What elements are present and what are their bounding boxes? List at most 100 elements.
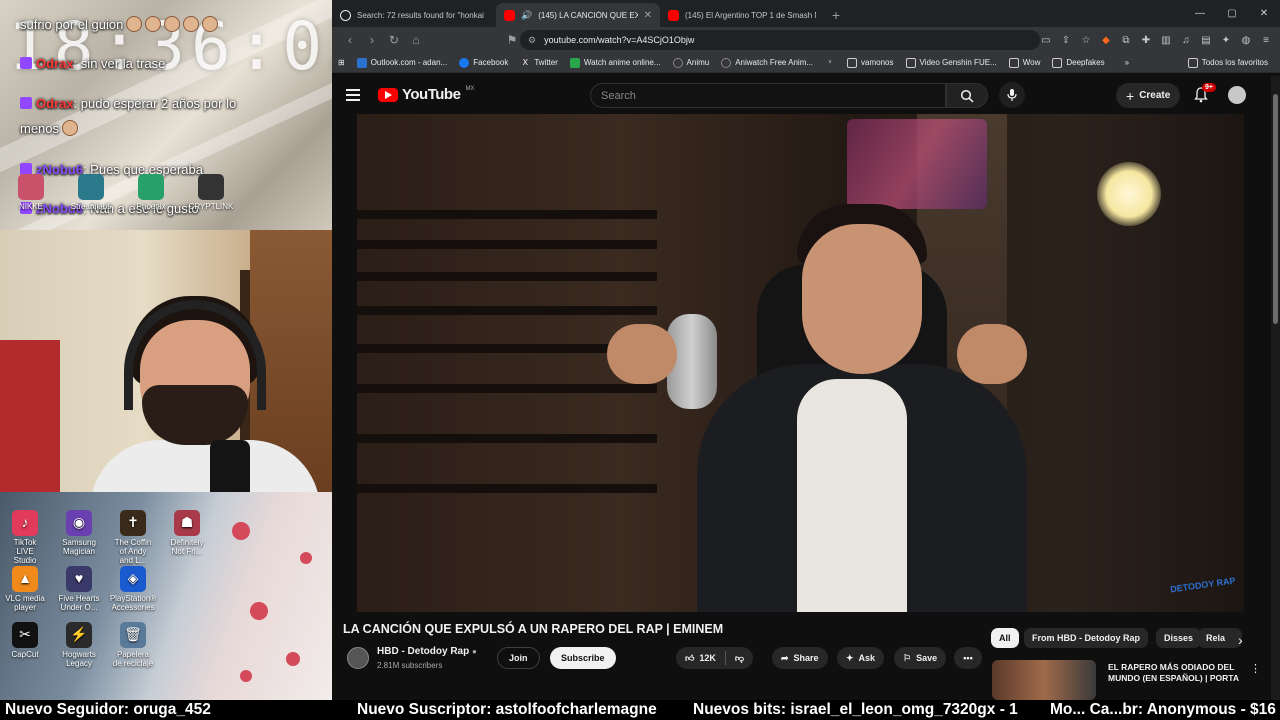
sparkle-icon: ✦ xyxy=(846,652,854,663)
share-icon[interactable]: ⇪ xyxy=(1058,30,1074,50)
brave-shield-icon[interactable]: ◆ xyxy=(1098,30,1114,50)
five-hearts-shortcut[interactable]: ♥ Five Hearts Under O... xyxy=(58,566,100,613)
forward-icon[interactable]: › xyxy=(362,30,382,50)
window-controls: — ▢ ✕ xyxy=(1184,0,1280,26)
chip-all[interactable]: All xyxy=(991,628,1019,648)
site-info-icon[interactable]: ⚙ xyxy=(528,35,536,46)
bookmark-watch-anime[interactable]: Watch anime online... xyxy=(564,57,667,68)
capcut-shortcut[interactable]: ✂ CapCut xyxy=(4,622,46,669)
extension-icon[interactable]: ⧉ xyxy=(1118,30,1134,50)
share-button[interactable]: ➦ Share xyxy=(772,647,828,669)
playstation-icon: ◈ xyxy=(120,566,146,592)
minimize-icon[interactable]: — xyxy=(1184,0,1216,26)
apps-icon[interactable]: ⊞ xyxy=(332,58,351,67)
create-button[interactable]: + Create xyxy=(1116,83,1181,108)
hogwarts-legacy-shortcut[interactable]: ⚡ Hogwarts Legacy xyxy=(58,622,100,669)
coffin-of-andy-shortcut[interactable]: ✝ The Coffin of Andy and L... xyxy=(112,510,154,565)
leo-icon[interactable]: ✦ xyxy=(1218,30,1234,50)
youtube-logo[interactable]: YouTube MX xyxy=(378,86,474,103)
star-icon[interactable]: ☆ xyxy=(1078,30,1094,50)
maximize-icon[interactable]: ▢ xyxy=(1216,0,1248,26)
bookmark-icon[interactable]: ⚑ xyxy=(502,30,522,50)
search-button[interactable] xyxy=(946,83,988,108)
recycle-bin-shortcut[interactable]: 🗑 Papelera de reciclaje xyxy=(112,622,154,669)
sidebar-icon[interactable]: ▥ xyxy=(1158,30,1174,50)
playstation-accessories-shortcut[interactable]: ◈ PlayStation® Accessories xyxy=(110,566,156,613)
chip-related[interactable]: Rela xyxy=(1198,628,1242,648)
channel-avatar[interactable] xyxy=(347,647,369,669)
search-input[interactable]: Search xyxy=(590,83,946,108)
chevron-right-icon[interactable]: › xyxy=(1238,632,1243,648)
more-bookmarks-icon[interactable]: » xyxy=(1119,58,1135,67)
url-text: youtube.com/watch?v=A4SCjO1Objw xyxy=(544,35,695,45)
recommendation-menu-icon[interactable]: ⋮ xyxy=(1250,662,1261,675)
thumbs-down-icon[interactable]: 👎︎ xyxy=(735,653,744,664)
share-arrow-icon: ➦ xyxy=(781,652,789,663)
reload-icon[interactable]: ↻ xyxy=(384,30,404,50)
menu-icon[interactable]: ≡ xyxy=(1258,30,1274,50)
tab-youtube[interactable]: (145) El Argentino TOP 1 de Smash M xyxy=(660,3,824,27)
subscribe-button[interactable]: Subscribe xyxy=(550,647,616,669)
bookmark-animu[interactable]: Animu xyxy=(667,57,716,68)
puzzle-icon[interactable]: ✚ xyxy=(1138,30,1154,50)
join-button[interactable]: Join xyxy=(497,647,540,669)
folder-icon xyxy=(1052,57,1063,68)
chip-disses[interactable]: Disses xyxy=(1156,628,1202,648)
save-button[interactable]: ⚐ Save xyxy=(894,647,947,669)
samsung-magician-icon: ◉ xyxy=(66,510,92,536)
bookmark-folder-genshin[interactable]: Video Genshin FUE... xyxy=(900,57,1003,68)
bookmark-folder-deepfakes[interactable]: Deepfakes xyxy=(1046,57,1110,68)
tab-search[interactable]: Search: 72 results found for "honkai xyxy=(332,3,496,27)
streamer xyxy=(90,290,320,492)
ask-button[interactable]: ✦ Ask xyxy=(837,647,885,669)
bookmark-folder-vamonos[interactable]: vamonos xyxy=(841,57,899,68)
all-bookmarks-folder[interactable]: Todos los favoritos xyxy=(1182,57,1274,68)
definitely-not-fried-shortcut[interactable]: ☗ Definitely Not Fri... xyxy=(166,510,208,565)
chip-from-channel[interactable]: From HBD - Detodoy Rap xyxy=(1024,628,1148,648)
video-player[interactable]: DETODOY RAP xyxy=(357,114,1244,612)
desktop-shortcut[interactable]: CRYPTLINK xyxy=(189,174,233,212)
bookmark-unnamed[interactable]: ᵛ xyxy=(819,58,841,68)
app-icon xyxy=(138,174,164,200)
desktop-shortcut[interactable]: Phoenix xyxy=(130,174,172,212)
hamburger-menu-icon[interactable] xyxy=(346,85,366,105)
samsung-magician-shortcut[interactable]: ◉ Samsung Magician xyxy=(58,510,100,565)
music-icon[interactable]: ♫ xyxy=(1178,30,1194,50)
install-icon[interactable]: ▭ xyxy=(1038,30,1054,50)
bookmark-outlook[interactable]: Outlook.com - adan... xyxy=(351,57,453,68)
bookmark-twitter[interactable]: X Twitter xyxy=(514,58,564,68)
desktop-shortcut[interactable]: NIKKE xyxy=(10,174,52,212)
close-window-icon[interactable]: ✕ xyxy=(1248,0,1280,26)
voice-search-button[interactable] xyxy=(999,82,1025,108)
like-button[interactable]: 👍︎ 12K xyxy=(685,653,716,664)
desktop-icon-row: ▲ VLC media player ♥ Five Hearts Under O..… xyxy=(4,566,156,613)
vpn-icon[interactable]: ◍ xyxy=(1238,30,1254,50)
more-horizontal-icon: ••• xyxy=(963,653,973,663)
tiktok-live-studio-shortcut[interactable]: ♪ TikTok LIVE Studio xyxy=(4,510,46,565)
close-tab-icon[interactable]: ✕ xyxy=(644,10,652,21)
folder-icon xyxy=(905,57,916,68)
tab-youtube-active[interactable]: 🔊 (145) LA CANCIÓN QUE EXPU... ✕ xyxy=(496,3,660,27)
youtube-favicon-icon xyxy=(668,9,679,21)
recommendation-title[interactable]: EL RAPERO MÁS ODIADO DEL MUNDO (EN ESPAÑ… xyxy=(1108,662,1248,684)
desktop-icon-row: ✂ CapCut ⚡ Hogwarts Legacy 🗑 Papelera de re… xyxy=(4,622,154,669)
back-icon[interactable]: ‹ xyxy=(340,30,360,50)
account-avatar[interactable] xyxy=(1228,86,1246,104)
channel-name[interactable]: HBD - Detodoy Rap ● xyxy=(377,646,477,657)
recommendation-thumbnail[interactable] xyxy=(992,660,1096,700)
vlc-shortcut[interactable]: ▲ VLC media player xyxy=(4,566,46,613)
lamp xyxy=(1097,162,1161,226)
wallet-icon[interactable]: ▤ xyxy=(1198,30,1214,50)
bookmark-aniwatch[interactable]: Aniwatch Free Anim... xyxy=(715,57,819,68)
address-bar[interactable]: ⚙ youtube.com/watch?v=A4SCjO1Objw xyxy=(520,30,1040,50)
home-icon[interactable]: ⌂ xyxy=(406,30,426,50)
bookmark-folder-wow[interactable]: Wow xyxy=(1003,57,1047,68)
more-actions-button[interactable]: ••• xyxy=(954,647,982,669)
globe-icon xyxy=(340,9,351,21)
bookmark-facebook[interactable]: Facebook xyxy=(453,57,514,68)
subscriber-count: 2.81M subscribers xyxy=(377,661,443,670)
webcam-feed xyxy=(0,230,356,492)
page-scrollbar[interactable] xyxy=(1271,76,1280,700)
new-tab-button[interactable]: + xyxy=(824,3,848,27)
desktop-shortcut[interactable]: Streamlabs xyxy=(70,174,112,212)
